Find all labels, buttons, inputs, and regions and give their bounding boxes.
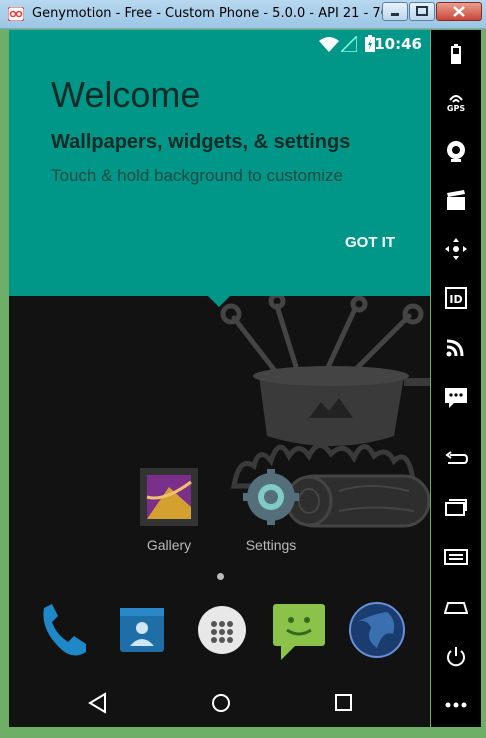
android-screen[interactable]: 10:46 Welcome Wallpapers, widgets, & set… xyxy=(9,30,430,727)
power-icon xyxy=(447,647,465,667)
all-apps-icon[interactable] xyxy=(194,602,250,658)
welcome-cling: 10:46 Welcome Wallpapers, widgets, & set… xyxy=(9,30,430,296)
remote-control-button[interactable] xyxy=(431,327,481,367)
gallery-label: Gallery xyxy=(146,537,192,553)
dpad-widget-button[interactable] xyxy=(431,229,481,269)
camera-widget-button[interactable] xyxy=(431,131,481,171)
recents-icon[interactable] xyxy=(333,692,355,714)
genymotion-toolbar: GPS ID xyxy=(431,30,481,727)
window-title: Genymotion - Free - Custom Phone - 5.0.0… xyxy=(32,6,418,21)
sms-icon xyxy=(445,388,467,408)
device-id-widget-button[interactable]: ID xyxy=(431,278,481,318)
maximize-icon xyxy=(416,6,428,16)
page-indicator xyxy=(217,573,224,580)
cast-icon xyxy=(446,339,464,357)
gallery-app[interactable] xyxy=(139,467,199,527)
cling-title: Wallpapers, widgets, & settings xyxy=(51,131,351,153)
title-bar: Genymotion - Free - Custom Phone - 5.0.0… xyxy=(0,0,486,29)
minimize-icon xyxy=(391,13,399,16)
settings-label: Settings xyxy=(245,537,297,553)
gallery-icon xyxy=(140,468,198,526)
browser-icon[interactable] xyxy=(347,600,407,660)
status-bar: 10:46 xyxy=(9,30,430,58)
webcam-icon xyxy=(447,141,465,162)
close-button[interactable] xyxy=(436,2,482,21)
menu-icon xyxy=(444,549,468,565)
phone-icon[interactable] xyxy=(34,600,94,660)
media-widget-button[interactable] xyxy=(431,180,481,220)
settings-app[interactable] xyxy=(241,467,301,527)
back-icon[interactable] xyxy=(87,692,109,714)
genymotion-logo-icon xyxy=(8,7,24,21)
toolbar-power-button[interactable] xyxy=(431,637,481,677)
emulator-window: Genymotion - Free - Custom Phone - 5.0.0… xyxy=(0,0,486,738)
home-icon[interactable] xyxy=(210,692,232,714)
signal-icon xyxy=(341,36,357,52)
battery-icon xyxy=(451,44,461,64)
toolbar-menu-button[interactable] xyxy=(431,537,481,577)
cling-subtitle: Touch & hold background to customize xyxy=(51,166,344,185)
id-label: ID xyxy=(449,293,462,306)
clapperboard-icon xyxy=(447,190,465,210)
home-outline-icon xyxy=(444,602,468,614)
close-icon xyxy=(453,6,465,17)
maximize-button[interactable] xyxy=(409,2,435,21)
recent-apps-icon xyxy=(445,499,467,516)
toolbar-home-button[interactable] xyxy=(431,587,481,627)
toolbar-recents-button[interactable] xyxy=(431,488,481,528)
gps-widget-button[interactable]: GPS xyxy=(431,82,481,122)
gps-label: GPS xyxy=(446,104,466,113)
id-icon: ID xyxy=(445,287,467,309)
dpad-icon xyxy=(445,238,467,260)
sms-widget-button[interactable] xyxy=(431,377,481,417)
more-icon xyxy=(445,702,467,708)
contacts-icon[interactable] xyxy=(114,602,170,658)
back-arrow-icon xyxy=(445,451,468,464)
got-it-button[interactable]: GOT IT xyxy=(345,234,395,251)
clock: 10:46 xyxy=(374,35,422,53)
navigation-bar xyxy=(9,680,430,727)
toolbar-back-button[interactable] xyxy=(431,439,481,479)
gps-icon xyxy=(449,95,463,103)
messaging-icon[interactable] xyxy=(269,600,329,662)
gear-icon xyxy=(243,469,299,525)
battery-widget-button[interactable] xyxy=(431,34,481,74)
hotseat xyxy=(9,590,430,670)
welcome-heading: Welcome xyxy=(51,74,201,115)
cling-pointer xyxy=(208,296,230,307)
toolbar-more-button[interactable] xyxy=(431,685,481,725)
fondue-wallpaper xyxy=(220,296,430,528)
minimize-button[interactable] xyxy=(382,2,408,21)
wifi-icon xyxy=(319,37,339,52)
